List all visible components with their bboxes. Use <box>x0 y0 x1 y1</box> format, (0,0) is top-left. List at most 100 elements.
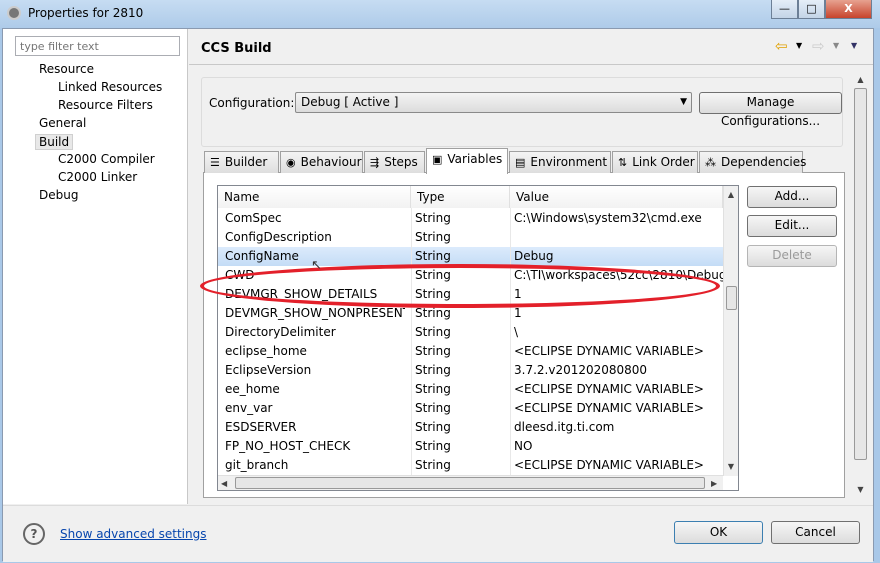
maximize-button[interactable]: □ <box>798 0 825 19</box>
cell-name: ConfigDescription <box>225 230 332 244</box>
mouse-cursor-icon: ↖ <box>311 258 322 273</box>
show-advanced-settings-link[interactable]: Show advanced settings <box>60 527 207 541</box>
add-button[interactable]: Add... <box>747 186 837 208</box>
tree-item[interactable]: Build <box>35 134 74 150</box>
cell-name: ee_home <box>225 382 280 396</box>
forward-menu-icon[interactable]: ▼ <box>833 41 839 50</box>
table-row[interactable]: ConfigName String Debug <box>218 247 723 266</box>
column-header-value[interactable]: Value <box>510 186 723 208</box>
scroll-up-icon[interactable]: ▲ <box>853 75 868 84</box>
cell-name: DEVMGR_SHOW_NONPRESENT_... <box>225 306 405 320</box>
help-icon[interactable]: ? <box>23 523 45 545</box>
table-row[interactable]: ComSpec String C:\Windows\system32\cmd.exe <box>218 209 723 228</box>
cell-name: env_var <box>225 401 273 415</box>
cell-value: <ECLIPSE DYNAMIC VARIABLE> <box>514 401 704 415</box>
cell-name: DirectoryDelimiter <box>225 325 336 339</box>
table-vertical-scrollbar[interactable]: ▲ ▼ <box>723 186 738 476</box>
minimize-button[interactable]: — <box>771 0 798 19</box>
column-header-name[interactable]: Name <box>218 186 411 208</box>
cell-name: FP_NO_HOST_CHECK <box>225 439 351 453</box>
tab-label: Environment <box>530 155 608 169</box>
tab-behaviour[interactable]: ◉ Behaviour <box>280 151 363 173</box>
table-row[interactable]: DirectoryDelimiter String \ <box>218 323 723 342</box>
tree-item[interactable]: Resource Filters <box>58 98 153 112</box>
cell-value: dleesd.itg.ti.com <box>514 420 615 434</box>
table-row[interactable]: ESDSERVER String dleesd.itg.ti.com <box>218 418 723 437</box>
table-row[interactable]: ConfigDescription String <box>218 228 723 247</box>
scroll-right-icon[interactable]: ▶ <box>711 479 717 488</box>
cell-name: ComSpec <box>225 211 282 225</box>
view-menu-icon[interactable]: ▼ <box>851 41 857 50</box>
scroll-thumb[interactable] <box>235 477 705 489</box>
tab-icon: ◉ <box>286 156 296 169</box>
properties-dialog: Resource Linked Resources Resource Filters… <box>2 28 874 562</box>
tab-label: Link Order <box>632 155 695 169</box>
window-title: Properties for 2810 <box>28 6 144 20</box>
scroll-thumb[interactable] <box>854 88 867 460</box>
cell-type: String <box>415 458 451 472</box>
table-row[interactable]: env_var String <ECLIPSE DYNAMIC VARIABLE> <box>218 399 723 418</box>
table-row[interactable]: CWD String C:\TI\workspaces\52cc\2810\Debu… <box>218 266 726 285</box>
column-header-type[interactable]: Type <box>411 186 510 208</box>
tree-item[interactable]: C2000 Compiler <box>58 152 155 166</box>
scroll-thumb[interactable] <box>726 286 737 310</box>
table-row[interactable]: DEVMGR_SHOW_DETAILS String 1 <box>218 285 723 304</box>
variables-table: Name Type Value ComSpec String C:\Windows\… <box>217 185 739 491</box>
tree-item[interactable]: C2000 Linker <box>58 170 137 184</box>
cancel-button[interactable]: Cancel <box>771 521 860 544</box>
tab-icon: ⇅ <box>618 156 628 169</box>
scroll-left-icon[interactable]: ◀ <box>221 479 227 488</box>
table-row[interactable]: git_branch String <ECLIPSE DYNAMIC VARIABL… <box>218 456 723 475</box>
tree-item[interactable]: Linked Resources <box>58 80 162 94</box>
tab-environment[interactable]: ▤ Environment <box>509 151 611 173</box>
tab-icon: ⇶ <box>370 156 380 169</box>
cell-name: EclipseVersion <box>225 363 312 377</box>
tab-builder[interactable]: ☰ Builder <box>204 151 279 173</box>
tab-steps[interactable]: ⇶ Steps <box>364 151 425 173</box>
tab-variables[interactable]: ▣ Variables <box>426 148 508 174</box>
scroll-down-icon[interactable]: ▼ <box>853 485 868 494</box>
table-row[interactable]: ee_home String <ECLIPSE DYNAMIC VARIABLE> <box>218 380 723 399</box>
tab-label: Steps <box>384 155 418 169</box>
cell-value: NO <box>514 439 533 453</box>
cell-type: String <box>415 363 451 377</box>
tree-item[interactable]: General <box>39 116 86 130</box>
tab-label: Dependencies <box>721 155 807 169</box>
filter-input[interactable] <box>15 36 180 56</box>
cell-value: 1 <box>514 306 522 320</box>
cell-name: ESDSERVER <box>225 420 297 434</box>
edit-button[interactable]: Edit... <box>747 215 837 237</box>
table-row[interactable]: DEVMGR_SHOW_NONPRESENT_... String 1 <box>218 304 723 323</box>
page-vertical-scrollbar[interactable]: ▲ ▼ <box>853 71 868 498</box>
tab-label: Variables <box>447 152 503 166</box>
manage-configurations-button[interactable]: Manage Configurations... <box>699 92 842 128</box>
cell-name: git_branch <box>225 458 289 472</box>
scroll-down-icon[interactable]: ▼ <box>724 462 738 471</box>
table-row[interactable]: FP_NO_HOST_CHECK String NO <box>218 437 723 456</box>
tree-item[interactable]: Debug <box>39 188 78 202</box>
table-row[interactable]: EclipseVersion String 3.7.2.v201202080800 <box>218 361 723 380</box>
tab-dependencies[interactable]: ⁂ Dependencies <box>699 151 807 173</box>
tab-icon: ▣ <box>432 153 443 166</box>
tree-item[interactable]: Resource <box>39 62 94 76</box>
cell-name: eclipse_home <box>225 344 307 358</box>
scroll-up-icon[interactable]: ▲ <box>724 190 738 199</box>
back-menu-icon[interactable]: ▼ <box>796 41 802 50</box>
chevron-down-icon: ▼ <box>680 97 687 107</box>
title-bar: Properties for 2810 — □ X <box>0 0 880 28</box>
table-row[interactable]: eclipse_home String <ECLIPSE DYNAMIC VARIA… <box>218 342 723 361</box>
close-button[interactable]: X <box>825 0 872 19</box>
delete-button[interactable]: Delete <box>747 245 837 267</box>
cell-type: String <box>415 306 451 320</box>
forward-arrow-icon[interactable]: ⇨ <box>812 37 825 55</box>
configuration-select[interactable]: Debug [ Active ] ▼ <box>295 92 692 113</box>
cell-type: String <box>415 325 451 339</box>
cell-value: <ECLIPSE DYNAMIC VARIABLE> <box>514 344 704 358</box>
tab-link-order[interactable]: ⇅ Link Order <box>612 151 698 173</box>
cell-type: String <box>415 287 451 301</box>
table-horizontal-scrollbar[interactable]: ◀ ▶ <box>218 475 723 490</box>
cell-value: Debug <box>514 249 554 263</box>
cell-type: String <box>415 211 451 225</box>
back-arrow-icon[interactable]: ⇦ <box>775 37 788 55</box>
ok-button[interactable]: OK <box>674 521 763 544</box>
